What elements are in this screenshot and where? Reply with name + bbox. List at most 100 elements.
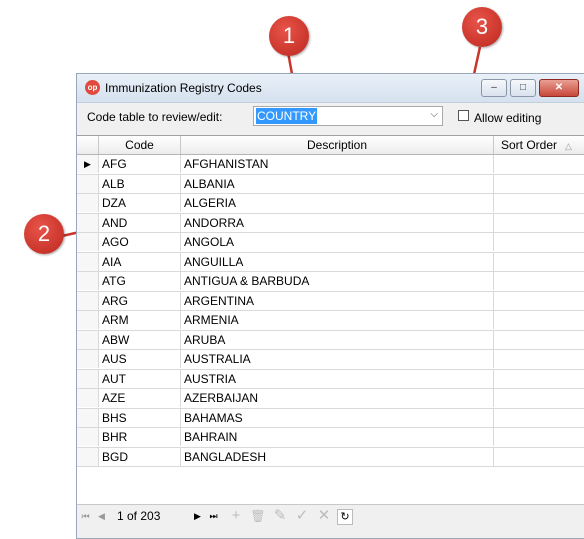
maximize-button[interactable]: □ (510, 79, 536, 97)
previous-record-icon[interactable]: ◀ (95, 508, 108, 524)
description-cell[interactable]: ARGENTINA (181, 291, 494, 310)
sort-order-cell[interactable] (494, 233, 584, 251)
table-row[interactable]: ATG ANTIGUA & BARBUDA (77, 272, 584, 292)
sort-order-cell[interactable] (494, 370, 584, 388)
sort-order-cell[interactable] (494, 389, 584, 407)
code-cell[interactable]: ABW (99, 330, 181, 349)
sort-order-cell[interactable] (494, 350, 584, 368)
description-cell[interactable]: BAHRAIN (181, 428, 494, 446)
title-bar[interactable]: op Immunization Registry Codes – □ ✕ (77, 74, 584, 103)
table-row[interactable]: ARG ARGENTINA (77, 291, 584, 311)
allow-editing-label[interactable]: Allow editing (474, 111, 541, 125)
first-record-icon[interactable]: ⏮ (79, 508, 92, 524)
description-cell[interactable]: AZERBAIJAN (181, 389, 494, 407)
table-row[interactable]: ABW ARUBA (77, 330, 584, 350)
description-cell[interactable]: BANGLADESH (181, 447, 494, 466)
description-cell[interactable]: ARUBA (181, 330, 494, 349)
post-record-icon[interactable]: ✓ (293, 507, 311, 525)
delete-record-icon[interactable]: 🗑 (249, 507, 267, 525)
codes-grid[interactable]: Code Description Sort Order △ ▶ AFG AFGHANI… (77, 135, 584, 528)
sort-order-cell[interactable] (494, 175, 584, 193)
code-cell[interactable]: AGO (99, 233, 181, 251)
record-position[interactable]: 1 of 203 (117, 508, 181, 524)
row-indicator (77, 272, 99, 290)
column-header-code[interactable]: Code (99, 136, 181, 154)
code-cell[interactable]: BHS (99, 408, 181, 427)
immunization-registry-window: op Immunization Registry Codes – □ ✕ Cod… (76, 73, 584, 539)
table-row[interactable]: BHR BAHRAIN (77, 428, 584, 448)
table-row[interactable]: AGO ANGOLA (77, 233, 584, 253)
column-header-description[interactable]: Description (181, 136, 494, 154)
sort-order-cell[interactable] (494, 155, 584, 173)
allow-editing-checkbox[interactable] (458, 110, 469, 121)
code-cell[interactable]: AIA (99, 252, 181, 271)
table-row[interactable]: AUT AUSTRIA (77, 369, 584, 389)
sort-indicator-icon: △ (565, 141, 572, 151)
callout-2: 2 (24, 214, 64, 254)
description-cell[interactable]: ALBANIA (181, 174, 494, 193)
code-table-value[interactable]: COUNTRY (256, 108, 318, 124)
callout-3: 3 (462, 7, 502, 47)
column-header-sort-order[interactable]: Sort Order △ (494, 136, 584, 154)
row-indicator (77, 233, 99, 251)
table-row[interactable]: ALB ALBANIA (77, 174, 584, 194)
edit-record-icon[interactable]: ✎ (271, 507, 289, 525)
sort-order-cell[interactable] (494, 331, 584, 349)
table-row[interactable]: BHS BAHAMAS (77, 408, 584, 428)
row-indicator (77, 252, 99, 271)
table-row[interactable]: BGD BANGLADESH (77, 447, 584, 467)
add-record-icon[interactable]: + (227, 507, 245, 525)
sort-order-cell[interactable] (494, 194, 584, 212)
code-cell[interactable]: BGD (99, 447, 181, 466)
sort-order-cell[interactable] (494, 448, 584, 466)
table-row[interactable]: ARM ARMENIA (77, 311, 584, 331)
description-cell[interactable]: AUSTRALIA (181, 350, 494, 368)
code-cell[interactable]: ATG (99, 272, 181, 290)
last-record-icon[interactable]: ⏭ (207, 508, 220, 524)
code-cell[interactable]: BHR (99, 428, 181, 446)
table-row[interactable]: DZA ALGERIA (77, 194, 584, 214)
code-cell[interactable]: AUT (99, 369, 181, 388)
sort-order-cell[interactable] (494, 214, 584, 232)
code-cell[interactable]: ARG (99, 291, 181, 310)
description-cell[interactable]: AFGHANISTAN (181, 155, 494, 173)
code-cell[interactable]: AZE (99, 389, 181, 407)
code-cell[interactable]: AFG (99, 155, 181, 173)
sort-order-cell[interactable] (494, 272, 584, 290)
sort-order-cell[interactable] (494, 253, 584, 271)
refresh-icon[interactable]: ↻ (337, 509, 353, 525)
row-indicator (77, 350, 99, 368)
description-cell[interactable]: BAHAMAS (181, 408, 494, 427)
code-cell[interactable]: DZA (99, 194, 181, 212)
table-row[interactable]: AND ANDORRA (77, 213, 584, 233)
sort-order-cell[interactable] (494, 409, 584, 427)
row-indicator (77, 213, 99, 232)
minimize-button[interactable]: – (481, 79, 507, 97)
code-cell[interactable]: ALB (99, 174, 181, 193)
code-cell[interactable]: AND (99, 213, 181, 232)
description-cell[interactable]: ALGERIA (181, 194, 494, 212)
table-row[interactable]: ▶ AFG AFGHANISTAN (77, 155, 584, 175)
table-row[interactable]: AZE AZERBAIJAN (77, 389, 584, 409)
code-table-label: Code table to review/edit: (87, 110, 223, 124)
chevron-down-icon[interactable]: ⌵ (430, 109, 438, 120)
grid-rows: ▶ AFG AFGHANISTAN ALB ALBANIA DZA ALGERIA AN… (77, 155, 584, 467)
table-row[interactable]: AUS AUSTRALIA (77, 350, 584, 370)
close-button[interactable]: ✕ (539, 79, 579, 97)
sort-order-cell[interactable] (494, 292, 584, 310)
sort-order-cell[interactable] (494, 311, 584, 329)
code-table-dropdown[interactable]: COUNTRY ⌵ (253, 106, 443, 126)
cancel-record-icon[interactable]: ✕ (315, 507, 333, 525)
code-cell[interactable]: AUS (99, 350, 181, 368)
description-cell[interactable]: ANDORRA (181, 213, 494, 232)
next-record-icon[interactable]: ▶ (191, 508, 204, 524)
window-title: Immunization Registry Codes (105, 81, 262, 95)
description-cell[interactable]: ANGOLA (181, 233, 494, 251)
description-cell[interactable]: ARMENIA (181, 311, 494, 329)
description-cell[interactable]: AUSTRIA (181, 369, 494, 388)
table-row[interactable]: AIA ANGUILLA (77, 252, 584, 272)
sort-order-cell[interactable] (494, 428, 584, 446)
description-cell[interactable]: ANGUILLA (181, 252, 494, 271)
code-cell[interactable]: ARM (99, 311, 181, 329)
description-cell[interactable]: ANTIGUA & BARBUDA (181, 272, 494, 290)
